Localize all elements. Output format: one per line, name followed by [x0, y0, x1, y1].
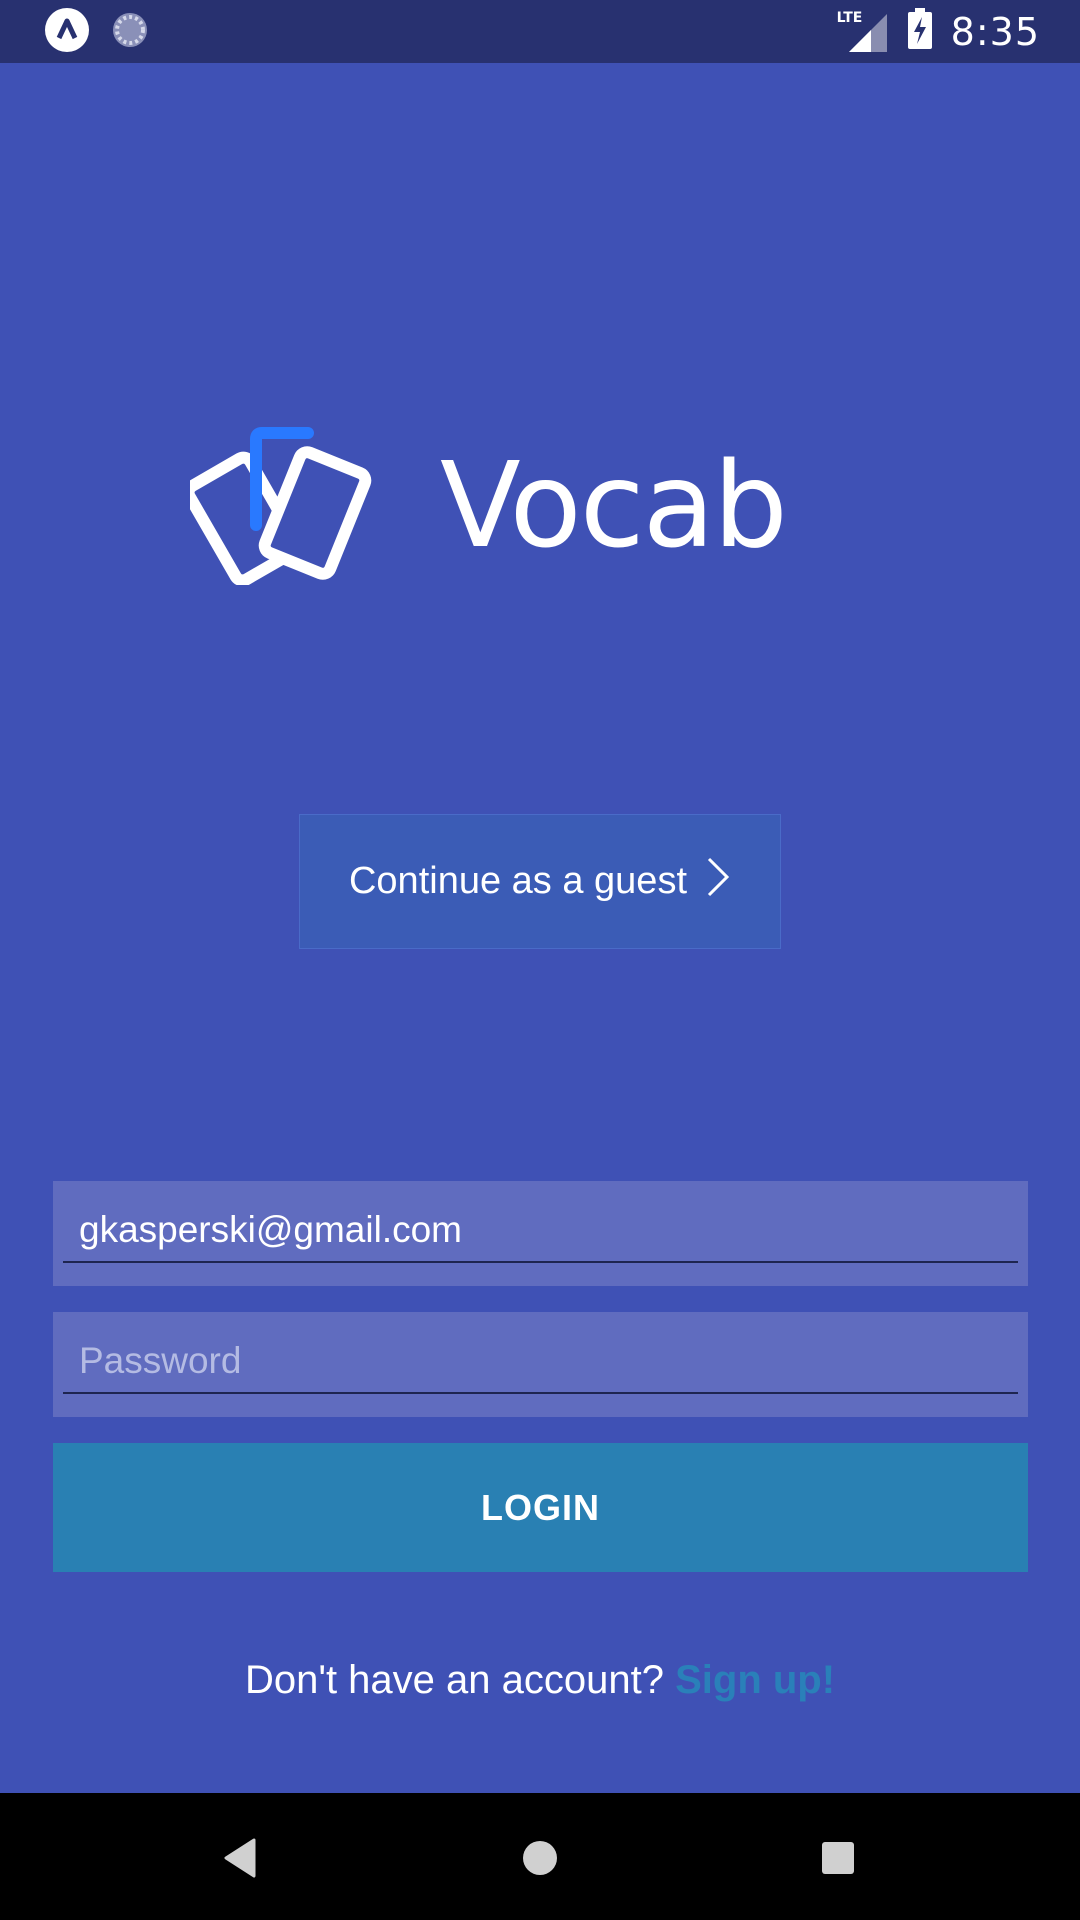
recents-button[interactable] — [803, 1823, 873, 1893]
clock: 8:35 — [950, 9, 1040, 54]
lte-signal-icon: LTE — [837, 10, 889, 54]
password-field-container — [53, 1312, 1028, 1417]
continue-as-guest-button[interactable]: Continue as a guest — [299, 814, 781, 949]
back-icon — [224, 1838, 256, 1878]
signup-row: Don't have an account? Sign up! — [0, 1658, 1080, 1703]
home-button[interactable] — [505, 1823, 575, 1893]
navigation-bar — [0, 1793, 1080, 1920]
back-button[interactable] — [205, 1823, 275, 1893]
status-bar: LTE 8:35 — [0, 0, 1080, 63]
login-screen: Vocab Continue as a guest LOGIN Don't ha… — [0, 63, 1080, 1793]
recents-icon — [822, 1842, 854, 1874]
login-button[interactable]: LOGIN — [53, 1443, 1028, 1572]
cards-icon — [190, 427, 372, 585]
status-left-icons — [44, 7, 150, 58]
network-label: LTE — [836, 9, 863, 26]
password-input[interactable] — [63, 1312, 1018, 1394]
loading-icon — [110, 10, 150, 55]
app-name: Vocab — [440, 436, 788, 574]
chevron-right-icon — [705, 857, 731, 907]
battery-charging-icon — [907, 8, 933, 55]
guest-button-label: Continue as a guest — [348, 860, 687, 902]
email-input[interactable] — [63, 1181, 1018, 1263]
app-a-icon — [44, 7, 90, 58]
status-right-icons: LTE 8:35 — [837, 0, 1040, 63]
signup-prompt: Don't have an account? — [244, 1658, 676, 1702]
email-field-container — [53, 1181, 1028, 1286]
app-logo: Vocab — [190, 425, 788, 585]
signup-link[interactable]: Sign up! — [675, 1658, 835, 1702]
home-icon — [523, 1841, 557, 1875]
